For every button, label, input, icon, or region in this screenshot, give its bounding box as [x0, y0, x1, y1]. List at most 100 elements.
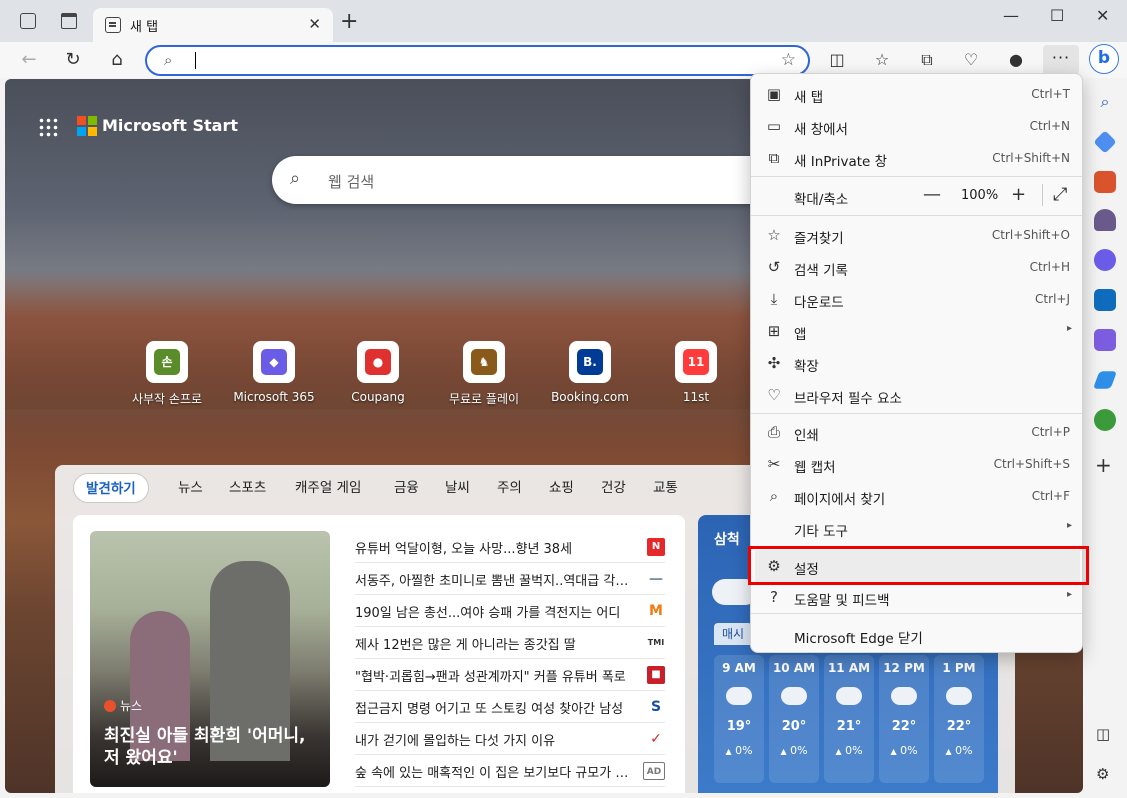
publisher-logo-icon: ■ — [647, 666, 665, 684]
menu-item-downloads[interactable]: ⤓ 다운로드 Ctrl+J — [755, 283, 1080, 315]
hourly-forecast: 12 PM 22° ▲ 0% — [879, 655, 929, 783]
shopping-tag-icon[interactable] — [1093, 130, 1117, 154]
maximize-button[interactable]: ☐ — [1050, 6, 1064, 25]
menu-item-favorites[interactable]: ☆ 즐겨찾기 Ctrl+Shift+O — [755, 219, 1080, 251]
tab-close-icon[interactable]: ✕ — [308, 15, 321, 33]
web-search-placeholder: 웹 검색 — [328, 173, 375, 191]
favorite-star-icon[interactable]: ☆ — [781, 50, 796, 70]
menu-item-more-tools[interactable]: 기타 도구 ▸ — [755, 512, 1080, 544]
favorites-icon[interactable]: ☆ — [871, 49, 893, 71]
hourly-forecast: 9 AM 19° ▲ 0% — [714, 655, 764, 783]
designer-icon[interactable] — [1094, 329, 1116, 351]
back-button[interactable]: ← — [17, 48, 41, 72]
app-launcher-icon[interactable] — [38, 117, 58, 137]
menu-item-new-window[interactable]: ▭ 새 창에서 Ctrl+N — [755, 110, 1080, 142]
menu-item-print[interactable]: ⎙ 인쇄 Ctrl+P — [755, 416, 1080, 448]
menu-item-new-inprivate[interactable]: ⧉ 새 InPrivate 창 Ctrl+Shift+N — [755, 142, 1080, 174]
menu-item-find[interactable]: ⌕ 페이지에서 찾기 Ctrl+F — [755, 480, 1080, 512]
split-screen-icon[interactable]: ◫ — [826, 49, 848, 71]
publisher-logo-icon: N — [647, 538, 665, 556]
menu-item-close-edge[interactable]: Microsoft Edge 닫기 — [755, 619, 1080, 651]
menu-separator — [751, 176, 1082, 177]
quick-link-tile[interactable]: ◆ Microsoft 365 — [229, 341, 319, 404]
headline-title: 내가 걷기에 몰입하는 다섯 가지 이유 — [355, 734, 556, 749]
headline-row[interactable]: 숲 속에 있는 매혹적인 이 집은 보기보다 규모가 크다 AD — [355, 755, 665, 787]
tab-shopping[interactable]: 쇼핑 — [549, 473, 574, 503]
tab-health[interactable]: 건강 — [601, 473, 626, 503]
settings-and-more-button[interactable]: ··· — [1043, 45, 1079, 75]
quick-link-tile[interactable]: ● Coupang — [333, 341, 423, 404]
profile-icon[interactable]: ● — [1005, 49, 1027, 71]
send-icon[interactable] — [1092, 371, 1118, 389]
headline-row[interactable]: "협박·괴롭힘→팬과 성관계까지" 커플 유튜버 폭로 ■ — [355, 659, 665, 691]
quick-link-icon: B. — [569, 341, 611, 383]
menu-item-shortcut: Ctrl+P — [1031, 425, 1070, 439]
quick-link-tile[interactable]: 손 사부작 손프로 — [122, 341, 212, 407]
zoom-in-button[interactable]: + — [1011, 184, 1026, 205]
tab-traffic[interactable]: 교통 — [653, 473, 678, 503]
tab-finance[interactable]: 금융 — [394, 473, 419, 503]
web-search-box[interactable]: ⌕ 웹 검색 — [272, 156, 792, 204]
menu-item-web-capture[interactable]: ✂ 웹 캡처 Ctrl+Shift+S — [755, 448, 1080, 480]
headline-row[interactable]: 서동주, 아찔한 초미니로 뽐낸 꿀벅지..역대급 각선미 — — [355, 563, 665, 595]
settings-highlight-box — [748, 546, 1089, 585]
fullscreen-button[interactable]: ⤢ — [1053, 184, 1067, 205]
raindrop-icon: ▲ — [945, 747, 952, 756]
tab-casual-games[interactable]: 캐주얼 게임 — [295, 473, 361, 503]
bing-copilot-icon[interactable]: b — [1089, 44, 1119, 74]
address-bar[interactable]: ⌕ ☆ — [145, 45, 810, 76]
menu-item-extensions[interactable]: ✣ 확장 — [755, 347, 1080, 379]
zoom-label: 확대/축소 — [794, 192, 849, 208]
tools-briefcase-icon[interactable] — [1094, 171, 1116, 193]
tab-weather[interactable]: 날씨 — [445, 473, 470, 503]
hide-sidebar-icon[interactable]: ◫ — [1096, 725, 1110, 743]
add-sidebar-app-icon[interactable]: + — [1095, 453, 1112, 477]
quick-link-icon: 손 — [146, 341, 188, 383]
menu-item-help[interactable]: ? 도움말 및 피드백 ▸ — [755, 581, 1080, 613]
zoom-out-button[interactable]: — — [923, 184, 941, 205]
tab-new-tab[interactable]: 새 탭 ✕ — [93, 8, 333, 42]
menu-item-new-tab[interactable]: ▣ 새 탭 Ctrl+T — [755, 78, 1080, 110]
search-icon[interactable]: ⌕ — [1094, 91, 1116, 113]
new-tab-button[interactable]: + — [340, 9, 358, 34]
menu-item-shortcut: Ctrl+Shift+O — [991, 228, 1070, 242]
microsoft-365-icon[interactable] — [1094, 249, 1116, 271]
refresh-button[interactable]: ↻ — [61, 48, 85, 72]
browser-essentials-icon[interactable]: ♡ — [960, 49, 982, 71]
home-button[interactable]: ⌂ — [105, 48, 129, 72]
tree-icon[interactable] — [1094, 409, 1116, 431]
headline-row[interactable]: 제사 12번은 많은 게 아니라는 종갓집 딸 TMI — [355, 627, 665, 659]
menu-item-history[interactable]: ↺ 검색 기록 Ctrl+H — [755, 251, 1080, 283]
tab-alerts[interactable]: 주의 — [497, 473, 522, 503]
headline-row[interactable]: 190일 남은 총선...여야 승패 가를 격전지는 어디 M — [355, 595, 665, 627]
hero-article[interactable]: 뉴스 최진실 아들 최환희 '어머니, 저 왔어요' — [90, 531, 330, 787]
web-capture-icon: ✂ — [767, 455, 781, 473]
sidebar-settings-gear-icon[interactable]: ⚙ — [1096, 765, 1109, 783]
hourly-tab[interactable]: 매시 — [714, 623, 753, 645]
collections-icon[interactable]: ⧉ — [916, 49, 938, 71]
headline-row[interactable]: 접근금지 명령 어기고 또 스토킹 여성 찾아간 남성 S — [355, 691, 665, 723]
headline-row[interactable]: 내가 걷기에 몰입하는 다섯 가지 이유 ✓ — [355, 723, 665, 755]
tab-news[interactable]: 뉴스 — [178, 473, 203, 503]
menu-item-apps[interactable]: ⊞ 앱 ▸ — [755, 315, 1080, 347]
headline-row[interactable]: 유튜버 억달이형, 오늘 사망...향년 38세 N — [355, 531, 665, 563]
tab-sports[interactable]: 스포츠 — [229, 473, 266, 503]
tab-discover[interactable]: 발견하기 — [73, 473, 149, 503]
games-icon[interactable] — [1094, 209, 1116, 231]
vertical-tabs-icon[interactable] — [61, 13, 77, 29]
zoom-value: 100% — [961, 188, 999, 203]
outlook-icon[interactable] — [1094, 289, 1116, 311]
close-window-button[interactable]: ✕ — [1096, 6, 1109, 25]
headline-title: 접근금지 명령 어기고 또 스토킹 여성 찾아간 남성 — [355, 702, 624, 717]
quick-link-tile[interactable]: B. Booking.com — [545, 341, 635, 404]
workspaces-icon[interactable] — [20, 13, 36, 29]
forecast-time: 10 AM — [772, 661, 816, 675]
menu-item-browser-essentials[interactable]: ♡ 브라우저 필수 요소 — [755, 379, 1080, 411]
menu-item-shortcut: Ctrl+Shift+S — [993, 457, 1070, 471]
minimize-button[interactable]: — — [1003, 6, 1019, 25]
text-cursor — [195, 52, 196, 69]
quick-link-tile[interactable]: ♞ 무료로 플레이 — [439, 341, 529, 407]
quick-link-tile[interactable]: 11 11st — [651, 341, 741, 404]
zoom-divider — [1042, 184, 1043, 206]
menu-item-label: 새 InPrivate 창 — [794, 154, 888, 170]
